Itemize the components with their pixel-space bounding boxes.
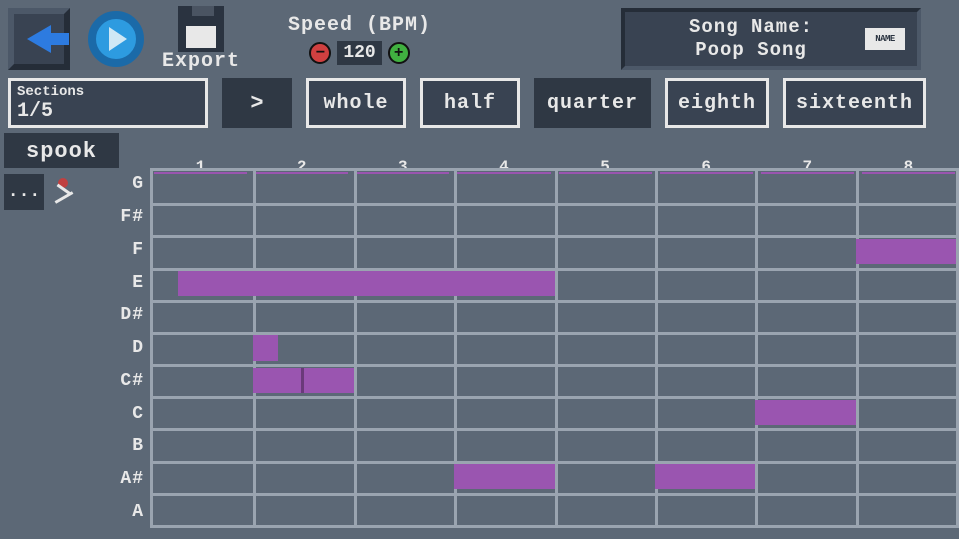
- sections-label: Sections: [17, 84, 199, 100]
- pitch-label: C#: [100, 364, 150, 397]
- pitch-label: D#: [100, 299, 150, 332]
- pitch-label: D: [100, 332, 150, 365]
- duration-whole-button[interactable]: whole: [306, 78, 406, 128]
- bpm-value: 120: [337, 41, 381, 65]
- duration-sixteenth-button[interactable]: sixteenth: [783, 78, 926, 128]
- rename-song-button[interactable]: NAME: [865, 28, 905, 50]
- note[interactable]: [178, 271, 554, 296]
- play-icon: [109, 27, 127, 51]
- instrument-character-icon[interactable]: [48, 174, 88, 210]
- note[interactable]: [856, 239, 956, 264]
- sections-next-button[interactable]: >: [222, 78, 292, 128]
- pitch-label: F#: [100, 201, 150, 234]
- song-name-value: Poop Song: [637, 39, 865, 62]
- back-button[interactable]: [8, 8, 70, 70]
- bpm-increase-button[interactable]: +: [388, 42, 410, 64]
- song-name-box: Song Name: Poop Song NAME: [621, 8, 921, 70]
- sections-box[interactable]: Sections 1/5: [8, 78, 208, 128]
- note[interactable]: [253, 335, 278, 360]
- duration-eighth-button[interactable]: eighth: [665, 78, 769, 128]
- bpm-decrease-button[interactable]: −: [309, 42, 331, 64]
- note[interactable]: [655, 464, 755, 489]
- sections-value: 1/5: [17, 100, 199, 123]
- back-arrow-icon: [27, 25, 51, 53]
- note-grid[interactable]: [150, 168, 959, 528]
- pitch-label: E: [100, 266, 150, 299]
- export-button[interactable]: [178, 6, 224, 52]
- song-name-label: Song Name:: [637, 16, 865, 39]
- note[interactable]: [454, 464, 554, 489]
- pitch-label: B: [100, 430, 150, 463]
- export-label: Export: [162, 50, 240, 73]
- duration-quarter-button[interactable]: quarter: [534, 78, 651, 128]
- note[interactable]: [304, 368, 354, 393]
- track-tab-spook[interactable]: spook: [4, 133, 119, 168]
- pitch-label: G: [100, 168, 150, 201]
- duration-half-button[interactable]: half: [420, 78, 520, 128]
- pitch-label: A: [100, 495, 150, 528]
- note[interactable]: [755, 400, 855, 425]
- note[interactable]: [253, 368, 303, 393]
- speed-label: Speed (BPM): [288, 14, 431, 37]
- pitch-label: C: [100, 397, 150, 430]
- play-button[interactable]: [88, 11, 144, 67]
- track-more-button[interactable]: ...: [4, 174, 44, 210]
- pitch-label: F: [100, 233, 150, 266]
- pitch-label: A#: [100, 463, 150, 496]
